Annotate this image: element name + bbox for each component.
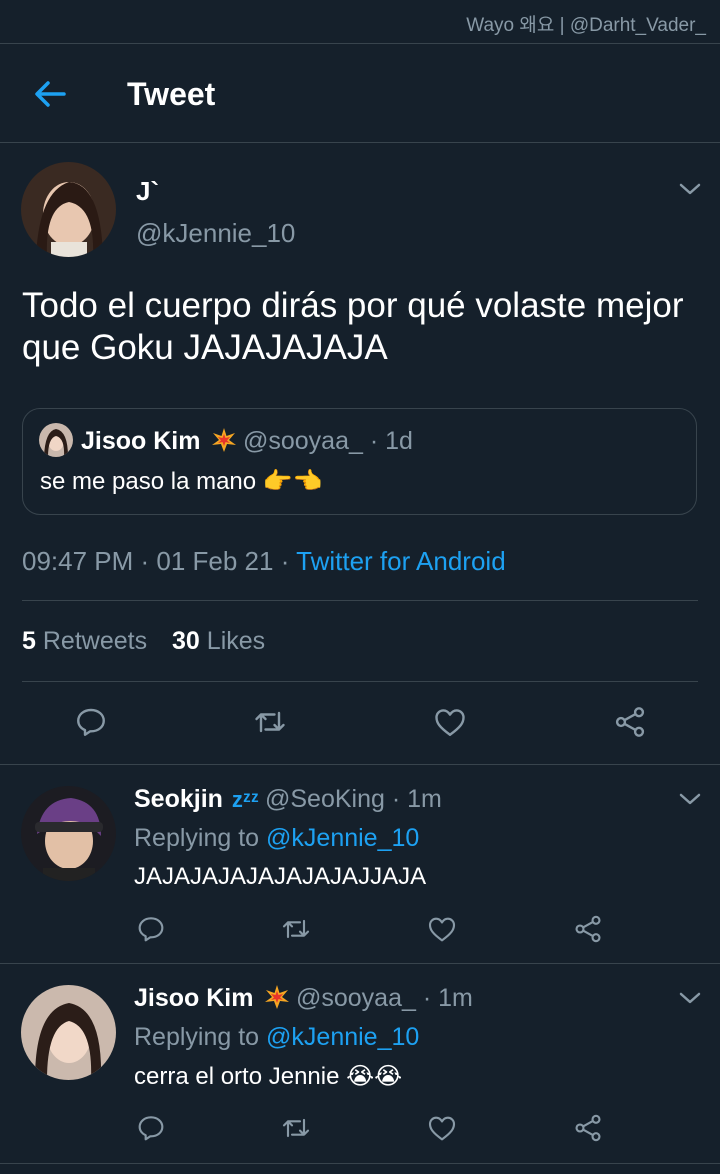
divider xyxy=(0,43,720,44)
reply-2-options-button[interactable] xyxy=(678,986,702,1010)
quoted-text: se me paso la mano 👉👈 xyxy=(40,468,323,495)
tweet-timestamp: 09:47 PM · 01 Feb 21 xyxy=(22,546,274,576)
reply-2-reply-button[interactable] xyxy=(135,1112,167,1144)
reply-2-share-button[interactable] xyxy=(572,1112,604,1144)
divider xyxy=(0,142,720,143)
reply-1-options-button[interactable] xyxy=(678,787,702,811)
explosion-icon xyxy=(265,985,290,1010)
retweets-count: 5 xyxy=(22,627,36,655)
retweets-stat[interactable]: 5 Retweets xyxy=(22,627,147,655)
retweets-label: Retweets xyxy=(42,627,148,655)
divider xyxy=(22,600,698,601)
quoted-name: Jisoo Kim xyxy=(81,427,237,456)
tweet-text: Todo el cuerpo dirás por qué volaste mej… xyxy=(22,286,684,367)
reply-1-replying-to: Replying to @kJennie_10 xyxy=(134,824,420,852)
reply-1-reply-button[interactable] xyxy=(135,913,167,945)
explosion-icon xyxy=(212,428,237,453)
like-icon xyxy=(428,1116,456,1141)
meta-separator: · xyxy=(273,546,297,576)
share-icon xyxy=(575,1114,601,1142)
share-icon xyxy=(615,707,645,737)
chevron-down-icon xyxy=(679,793,701,805)
reply-1-retweet-button[interactable] xyxy=(280,913,312,945)
share-button[interactable] xyxy=(612,704,648,740)
reply-icon xyxy=(77,708,105,736)
reply-2-mention[interactable]: @kJennie_10 xyxy=(266,1023,419,1051)
retweet-icon xyxy=(255,711,285,733)
back-button[interactable] xyxy=(30,76,70,112)
reply-1-like-button[interactable] xyxy=(426,913,458,945)
likes-count: 30 xyxy=(172,627,200,655)
retweet-button[interactable] xyxy=(252,704,288,740)
page-title: Tweet xyxy=(127,76,216,112)
chevron-down-icon xyxy=(679,183,701,195)
divider xyxy=(0,963,720,964)
reply-1-name[interactable]: Seokjin zᶻᶻ xyxy=(134,785,259,814)
reply-2-retweet-button[interactable] xyxy=(280,1112,312,1144)
reply-1-text: JAJAJAJAJAJAJAJAJJAJA xyxy=(134,863,427,890)
reply-button[interactable] xyxy=(73,704,109,740)
like-icon xyxy=(428,917,456,942)
reply-1-mention[interactable]: @kJennie_10 xyxy=(266,824,419,852)
reply-1-share-button[interactable] xyxy=(572,913,604,945)
reply-2-text: cerra el orto Jennie 😭😭 xyxy=(134,1063,403,1090)
reply-1-handle[interactable]: @SeoKing · 1m xyxy=(265,785,442,814)
back-arrow-icon xyxy=(35,81,66,107)
reply-2-handle[interactable]: @sooyaa_ · 1m xyxy=(296,984,473,1013)
crying-emoji: 😭😭 xyxy=(346,1063,403,1090)
avatar-author[interactable] xyxy=(21,162,116,257)
quoted-avatar xyxy=(39,423,73,457)
like-button[interactable] xyxy=(432,704,468,740)
quoted-tweet[interactable]: Jisoo Kim @sooyaa_ · 1d se me paso la ma… xyxy=(22,408,697,515)
divider xyxy=(0,764,720,765)
like-icon xyxy=(435,709,465,736)
avatar-reply-2[interactable] xyxy=(21,985,116,1080)
watermark: Wayo 왜요 | @Darht_Vader_ xyxy=(466,15,706,36)
author-handle[interactable]: @kJennie_10 xyxy=(136,218,295,249)
retweet-icon xyxy=(282,1118,310,1138)
share-icon xyxy=(575,915,601,943)
reply-2-like-button[interactable] xyxy=(426,1112,458,1144)
sleeping-badge: zᶻᶻ xyxy=(231,787,259,812)
divider xyxy=(22,681,698,682)
likes-label: Likes xyxy=(206,627,266,655)
tweet-options-button[interactable] xyxy=(678,177,702,201)
reply-icon xyxy=(138,1116,164,1141)
likes-stat[interactable]: 30 Likes xyxy=(172,627,265,655)
tweet-meta: 09:47 PM · 01 Feb 21 · Twitter for Andro… xyxy=(22,546,506,577)
reply-2-replying-to: Replying to @kJennie_10 xyxy=(134,1023,420,1051)
chevron-down-icon xyxy=(679,992,701,1004)
avatar-reply-1[interactable] xyxy=(21,786,116,881)
reply-2-name[interactable]: Jisoo Kim xyxy=(134,984,290,1013)
divider xyxy=(0,1163,720,1164)
author-name[interactable]: J` xyxy=(136,176,159,207)
retweet-icon xyxy=(282,919,310,939)
quoted-handle: @sooyaa_ · 1d xyxy=(243,427,413,455)
tweet-source-link[interactable]: Twitter for Android xyxy=(296,546,506,576)
tweet-stats: 5 Retweets 30 Likes xyxy=(22,627,265,656)
pointing-fingers-emoji: 👉👈 xyxy=(262,468,323,495)
reply-icon xyxy=(138,917,164,942)
